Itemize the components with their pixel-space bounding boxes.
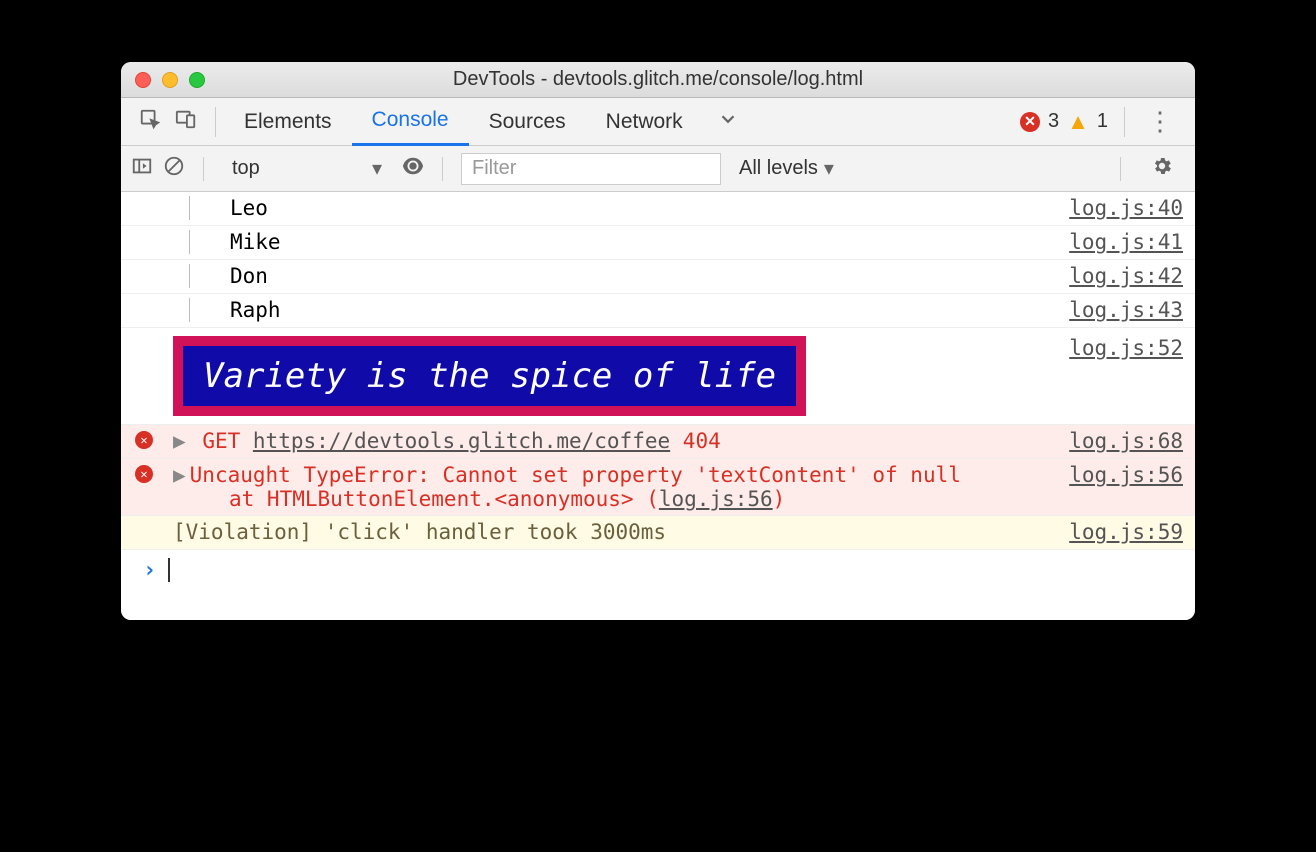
source-link[interactable]: log.js:40 — [1057, 196, 1183, 220]
log-levels-select[interactable]: All levels ▾ — [731, 156, 842, 181]
styled-log-message: Variety is the spice of life — [173, 336, 806, 416]
device-toolbar-icon[interactable] — [175, 108, 197, 136]
inspect-element-icon[interactable] — [139, 108, 161, 136]
http-status: 404 — [683, 429, 721, 453]
window-controls — [135, 72, 205, 88]
log-row: Mike log.js:41 — [121, 226, 1195, 260]
main-tabbar: Elements Console Sources Network ✕ 3 ▲ 1… — [121, 98, 1195, 146]
violation-message: [Violation] 'click' handler took 3000ms — [125, 520, 1057, 544]
source-link[interactable]: log.js:52 — [1057, 336, 1183, 360]
error-count: 3 — [1048, 110, 1059, 133]
more-options-button[interactable]: ⋮ — [1133, 106, 1187, 137]
log-message: Mike — [189, 230, 281, 254]
source-link[interactable]: log.js:41 — [1057, 230, 1183, 254]
toggle-sidebar-icon[interactable] — [131, 155, 153, 183]
window-title: DevTools - devtools.glitch.me/console/lo… — [121, 68, 1195, 91]
log-row: Leo log.js:40 — [121, 192, 1195, 226]
http-method: GET — [202, 429, 240, 453]
console-settings-icon[interactable] — [1139, 155, 1185, 183]
source-link[interactable]: log.js:56 — [1057, 463, 1183, 487]
console-input[interactable] — [170, 558, 1183, 582]
source-link[interactable]: log.js:68 — [1057, 429, 1183, 453]
tab-sources[interactable]: Sources — [469, 98, 586, 146]
levels-label: All levels — [739, 157, 818, 180]
source-link[interactable]: log.js:59 — [1057, 520, 1183, 544]
prompt-chevron-icon: › — [143, 558, 156, 583]
error-icon: ✕ — [135, 465, 153, 483]
dropdown-icon: ▾ — [372, 156, 382, 181]
expand-icon[interactable]: ▶ — [173, 429, 186, 453]
clear-console-icon[interactable] — [163, 155, 185, 183]
tab-network[interactable]: Network — [586, 98, 703, 146]
stack-prefix: at HTMLButtonElement.<anonymous> ( — [229, 487, 659, 511]
log-message: Don — [189, 264, 268, 288]
live-expression-icon[interactable] — [402, 155, 424, 183]
warning-icon: ▲ — [1067, 109, 1089, 135]
tab-console[interactable]: Console — [352, 98, 469, 146]
source-link[interactable]: log.js:43 — [1057, 298, 1183, 322]
violation-row: [Violation] 'click' handler took 3000ms … — [121, 516, 1195, 550]
close-window-button[interactable] — [135, 72, 151, 88]
stack-link[interactable]: log.js:56 — [659, 487, 773, 511]
expand-icon[interactable]: ▶ — [173, 463, 186, 487]
log-message: Raph — [189, 298, 281, 322]
more-tabs-button[interactable] — [703, 108, 753, 136]
error-row: ✕ ▶ GET https://devtools.glitch.me/coffe… — [121, 425, 1195, 459]
request-url-link[interactable]: https://devtools.glitch.me/coffee — [253, 429, 670, 453]
console-prompt[interactable]: › — [121, 550, 1195, 590]
dropdown-icon: ▾ — [824, 156, 834, 181]
log-row: Don log.js:42 — [121, 260, 1195, 294]
styled-log-row: Variety is the spice of life log.js:52 — [121, 328, 1195, 425]
source-link[interactable]: log.js:42 — [1057, 264, 1183, 288]
stack-suffix: ) — [773, 487, 786, 511]
minimize-window-button[interactable] — [162, 72, 178, 88]
devtools-window: DevTools - devtools.glitch.me/console/lo… — [121, 62, 1195, 620]
error-icon: ✕ — [1020, 112, 1040, 132]
error-message: Uncaught TypeError: Cannot set property … — [190, 463, 961, 487]
warning-count: 1 — [1097, 110, 1108, 133]
zoom-window-button[interactable] — [189, 72, 205, 88]
error-warning-counts[interactable]: ✕ 3 ▲ 1 — [1012, 109, 1116, 135]
error-row: ✕ ▶Uncaught TypeError: Cannot set proper… — [121, 459, 1195, 516]
context-label: top — [232, 157, 260, 180]
log-row: Raph log.js:43 — [121, 294, 1195, 328]
console-toolbar: top ▾ All levels ▾ — [121, 146, 1195, 192]
tab-elements[interactable]: Elements — [224, 98, 352, 146]
panel-tabs: Elements Console Sources Network — [224, 98, 703, 146]
filter-input[interactable] — [461, 153, 721, 185]
execution-context-select[interactable]: top ▾ — [222, 154, 392, 184]
titlebar: DevTools - devtools.glitch.me/console/lo… — [121, 62, 1195, 98]
console-output: Leo log.js:40 Mike log.js:41 Don log.js:… — [121, 192, 1195, 620]
log-message: Leo — [189, 196, 268, 220]
error-icon: ✕ — [135, 431, 153, 449]
